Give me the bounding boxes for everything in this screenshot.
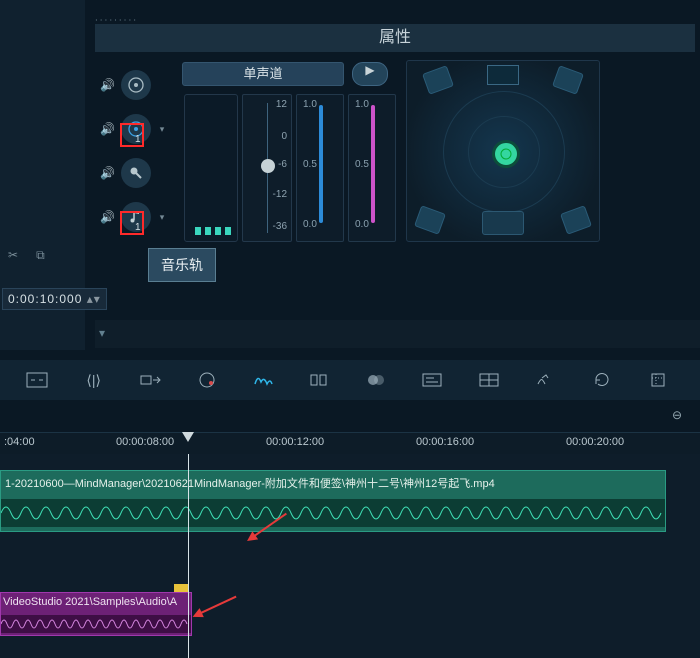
slider-label: 0.0 xyxy=(303,219,317,230)
audio-clip-name: VideoStudio 2021\Samples\Audio\A xyxy=(3,596,187,608)
speaker-rr-icon[interactable] xyxy=(560,205,592,235)
playhead[interactable] xyxy=(188,454,189,658)
tool-chapter-icon[interactable] xyxy=(308,370,330,390)
ruler-label: 00:00:20:00 xyxy=(566,436,624,448)
scroll-down-icon[interactable]: ▾ xyxy=(99,326,105,340)
audio-clip[interactable]: VideoStudio 2021\Samples\Audio\A xyxy=(0,592,192,636)
timeline[interactable]: 1-20210600—MindManager\20210621MindManag… xyxy=(0,454,700,658)
tool-motion-icon[interactable] xyxy=(534,370,556,390)
left-footer-tools: ✂ ⧉ xyxy=(8,248,45,263)
video-clip[interactable]: 1-20210600—MindManager\20210621MindManag… xyxy=(0,470,666,532)
ruler-label: 00:00:08:00 xyxy=(116,436,174,448)
time-ruler[interactable]: :04:00 00:00:08:00 00:00:12:00 00:00:16:… xyxy=(0,432,700,456)
speaker-icon[interactable]: 🔊 xyxy=(100,78,115,92)
pan-cursor[interactable] xyxy=(492,140,520,168)
speaker-fl-icon[interactable] xyxy=(422,65,454,95)
panel-title-label: 属性 xyxy=(379,29,411,46)
slider-label: 1.0 xyxy=(355,99,369,110)
cut-icon[interactable]: ✂ xyxy=(8,248,18,263)
speaker-fr-icon[interactable] xyxy=(552,65,584,95)
tool-audio-mixer-icon[interactable] xyxy=(252,370,274,390)
speaker-icon[interactable]: 🔊 xyxy=(100,210,115,224)
tool-subtitle-icon[interactable] xyxy=(421,370,443,390)
annotation-box xyxy=(120,123,144,147)
timecode[interactable]: 0:00:10:000 ▴▾ xyxy=(2,288,107,310)
vu-meter xyxy=(184,94,238,242)
tool-color-wheel-icon[interactable] xyxy=(195,370,217,390)
mic-icon[interactable] xyxy=(121,158,151,188)
speaker-rl-icon[interactable] xyxy=(414,205,446,235)
tool-insert[interactable] xyxy=(139,370,161,390)
tool-rescan-icon[interactable] xyxy=(590,370,612,390)
panel-title: 属性 xyxy=(95,24,695,52)
ruler-label: 00:00:16:00 xyxy=(416,436,474,448)
speaker-icon[interactable]: 🔊 xyxy=(100,122,115,136)
chevron-down-icon[interactable]: ▾ xyxy=(157,211,167,223)
track-voice[interactable]: 🔊 xyxy=(100,158,167,188)
tooltip-label: 音乐轨 xyxy=(161,257,203,273)
tooltip: 音乐轨 xyxy=(148,248,216,282)
track-toggle-group: 🔊 🔊 1 ▾ 🔊 🔊 1 ▾ xyxy=(100,70,167,232)
reel-icon[interactable] xyxy=(121,70,151,100)
track-master[interactable]: 🔊 xyxy=(100,70,167,100)
timeline-toolbar: ⟨|⟩ T3D xyxy=(0,360,700,400)
zoom-out-icon[interactable]: ⊖ xyxy=(672,408,682,422)
mixer-area: ::::::::: 属性 单声道 ▶ 🔊 🔊 1 ▾ 🔊 🔊 xyxy=(0,0,700,350)
chevron-down-icon[interactable]: ▾ xyxy=(157,123,167,135)
slider-label: 0.0 xyxy=(355,219,369,230)
surround-panner[interactable] xyxy=(406,60,600,242)
copy-icon[interactable]: ⧉ xyxy=(36,248,45,263)
track-music[interactable]: 🔊 1 ▾ xyxy=(100,202,167,232)
left-level-slider[interactable]: 1.0 0.5 0.0 xyxy=(296,94,344,242)
ruler-label: :04:00 xyxy=(4,436,35,448)
tool-grid-icon[interactable] xyxy=(478,370,500,390)
ruler-label: 00:00:12:00 xyxy=(266,436,324,448)
channel-mode-label: 单声道 xyxy=(243,66,282,81)
annotation-arrow xyxy=(199,596,236,615)
track-overlay[interactable]: 🔊 1 ▾ xyxy=(100,114,167,144)
tool-crop-icon[interactable] xyxy=(647,370,669,390)
waveform xyxy=(1,615,191,633)
slider-label: 1.0 xyxy=(303,99,317,110)
channel-mode[interactable]: 单声道 xyxy=(182,62,344,86)
slider-label: 0.5 xyxy=(303,159,317,170)
play-button[interactable]: ▶ xyxy=(352,62,388,86)
tool-track-transparency-icon[interactable] xyxy=(365,370,387,390)
subwoofer-icon[interactable] xyxy=(482,211,524,235)
speaker-icon[interactable]: 🔊 xyxy=(100,166,115,180)
timecode-value: 0:00:10:000 xyxy=(8,292,82,306)
tool-split-arrows[interactable]: ⟨|⟩ xyxy=(82,370,104,390)
v-scrollbar[interactable]: ▾ xyxy=(95,320,700,348)
annotation-box xyxy=(120,211,144,235)
video-clip-name: 1-20210600—MindManager\20210621MindManag… xyxy=(5,475,495,491)
slider-label: 0.5 xyxy=(355,159,369,170)
center-speaker-icon[interactable] xyxy=(487,65,519,85)
gain-knob[interactable] xyxy=(261,159,275,173)
right-level-slider[interactable]: 1.0 0.5 0.0 xyxy=(348,94,396,242)
gain-slider[interactable]: 12 0 -6 -12 -36 xyxy=(242,94,292,242)
tool-fit[interactable] xyxy=(26,370,48,390)
waveform xyxy=(1,499,665,527)
